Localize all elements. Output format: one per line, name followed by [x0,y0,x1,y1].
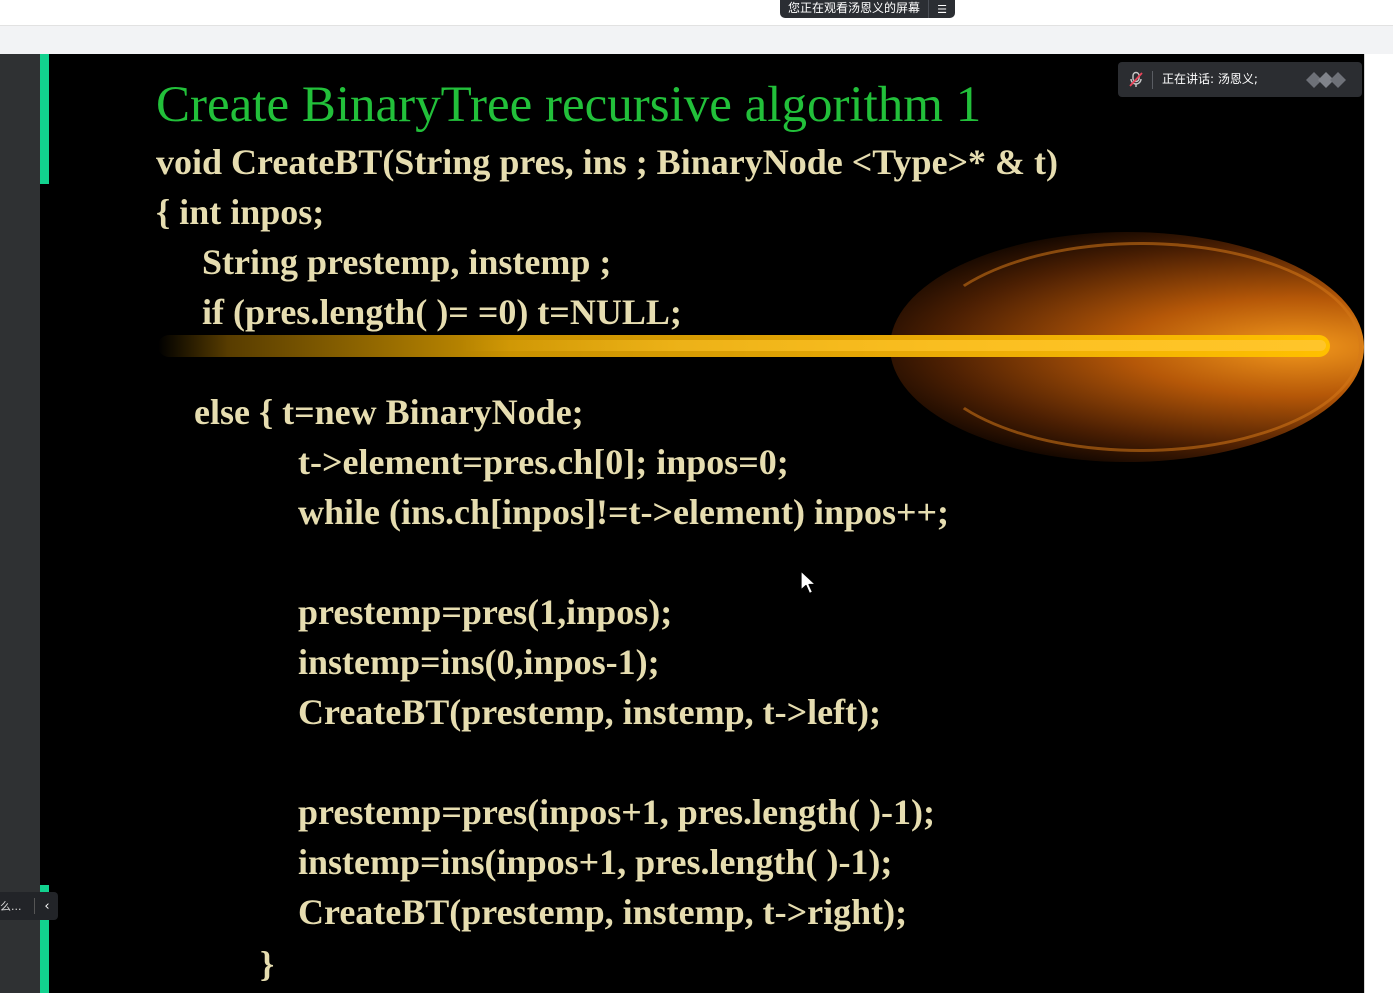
code-line: { int inpos; [156,192,325,232]
code-line: } [260,944,275,984]
mouse-cursor-icon [800,570,817,595]
mic-muted-icon[interactable] [1128,71,1144,88]
code-line: instemp=ins(inpos+1, pres.length( )-1); [298,842,893,882]
code-line: else { t=new BinaryNode; [194,392,584,432]
speaker-label: 正在讲话: 汤恩义; [1162,72,1258,86]
code-line: instemp=ins(0,inpos-1); [298,642,660,682]
chevron-left-icon[interactable]: ‹ [39,899,55,914]
sound-wave-icon [1306,72,1346,88]
dock-label: 么... [0,900,22,913]
menu-lines-icon[interactable]: ☰ [928,0,955,18]
slide-decoration-streak-core [460,340,1326,351]
screen-share-text: 您正在观看汤恩义的屏幕 [788,1,921,15]
collapsed-dock[interactable]: 么... ‹ [0,892,58,920]
left-panel [0,54,40,993]
dock-divider [34,898,35,914]
code-line: t->element=pres.ch[0]; inpos=0; [298,442,789,482]
screen-share-banner[interactable]: 您正在观看汤恩义的屏幕 ☰ [780,0,956,18]
accent-bar-top [40,54,49,184]
speaker-indicator[interactable]: 正在讲话: 汤恩义; [1118,62,1362,97]
code-line: void CreateBT(String pres, ins ; BinaryN… [156,142,1059,182]
code-line: while (ins.ch[inpos]!=t->element) inpos+… [298,492,950,532]
code-line: CreateBT(prestemp, instemp, t->right); [298,892,908,932]
right-panel [1364,54,1393,993]
toolbar-strip [0,26,1393,54]
code-line: if (pres.length( )= =0) t=NULL; [202,292,682,332]
code-line: CreateBT(prestemp, instemp, t->left); [298,692,882,732]
speaker-divider [1152,71,1153,89]
slide-title: Create BinaryTree recursive algorithm 1 [156,77,982,133]
slide-canvas: Create BinaryTree recursive algorithm 1 … [40,54,1364,993]
code-line: prestemp=pres(1,inpos); [298,592,673,632]
code-line: prestemp=pres(inpos+1, pres.length( )-1)… [298,792,936,832]
top-bar [0,0,1393,26]
code-line: String prestemp, instemp ; [202,242,612,282]
